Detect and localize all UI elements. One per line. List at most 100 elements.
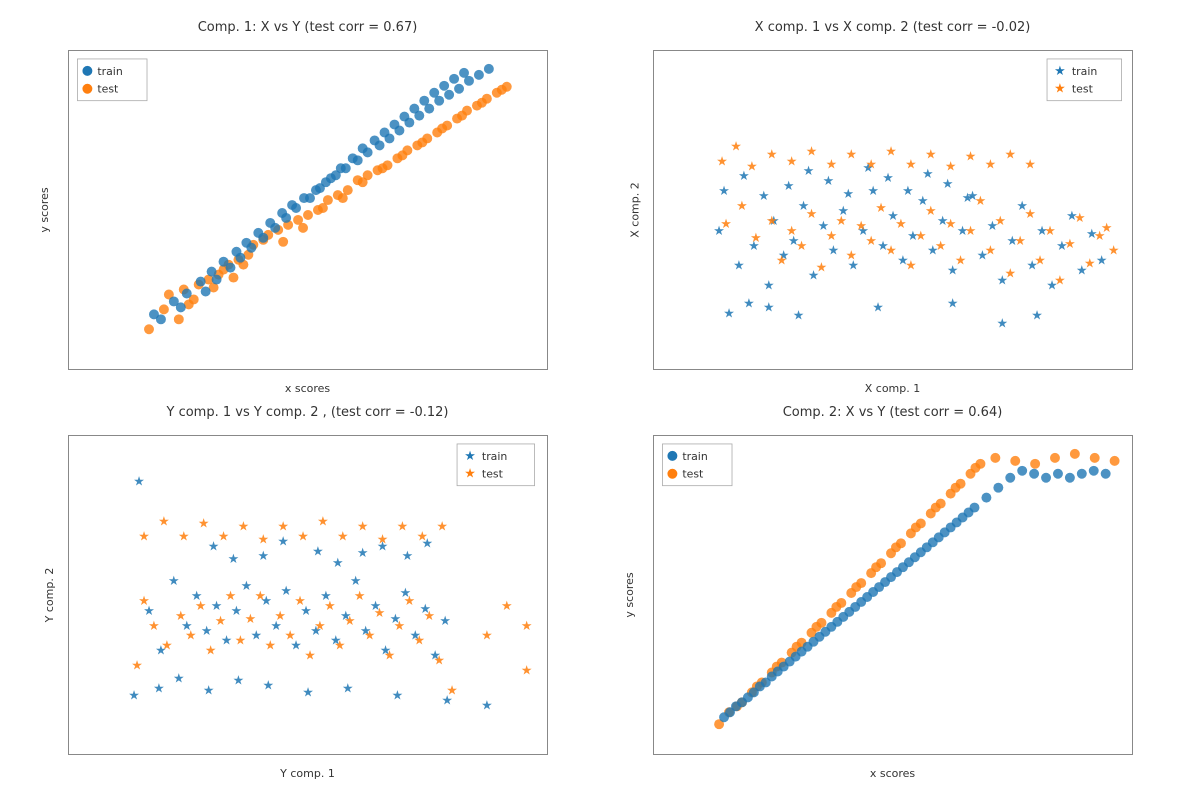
svg-text:★: ★ <box>297 529 309 544</box>
svg-text:★: ★ <box>964 149 976 164</box>
svg-text:★: ★ <box>356 519 368 534</box>
svg-text:★: ★ <box>875 200 887 215</box>
svg-text:★: ★ <box>304 648 316 663</box>
svg-text:★: ★ <box>227 552 239 567</box>
svg-text:★: ★ <box>202 683 214 698</box>
svg-text:★: ★ <box>865 157 877 172</box>
svg-text:★: ★ <box>396 519 408 534</box>
svg-text:★: ★ <box>363 628 375 643</box>
svg-text:★: ★ <box>924 203 936 218</box>
svg-text:★: ★ <box>974 194 986 209</box>
svg-text:★: ★ <box>277 519 289 534</box>
svg-text:★: ★ <box>815 260 827 275</box>
svg-text:★: ★ <box>284 628 296 643</box>
svg-text:★: ★ <box>210 598 222 613</box>
svg-text:test: test <box>481 467 503 480</box>
svg-text:★: ★ <box>204 643 216 658</box>
scatter-bottom-left: ★ train ★ test ★ ★ ★ ★ ★ ★ ★ ★ ★ ★ ★ ★ ★… <box>68 435 548 755</box>
svg-text:★: ★ <box>915 228 927 243</box>
svg-text:★: ★ <box>314 618 326 633</box>
svg-text:★: ★ <box>825 228 837 243</box>
svg-text:★: ★ <box>946 296 958 311</box>
svg-text:★: ★ <box>416 529 428 544</box>
svg-text:★: ★ <box>376 532 388 547</box>
svg-text:★: ★ <box>153 681 165 696</box>
svg-text:★: ★ <box>131 658 143 673</box>
svg-text:★: ★ <box>1014 233 1026 248</box>
svg-text:★: ★ <box>217 529 229 544</box>
svg-text:★: ★ <box>294 593 306 608</box>
svg-text:★: ★ <box>872 300 884 315</box>
svg-text:★: ★ <box>436 519 448 534</box>
svg-text:★: ★ <box>895 216 907 231</box>
svg-text:★: ★ <box>902 184 914 199</box>
svg-text:train: train <box>97 64 122 77</box>
svg-text:★: ★ <box>232 673 244 688</box>
svg-text:★: ★ <box>1107 243 1119 258</box>
svg-text:★: ★ <box>1024 157 1036 172</box>
svg-text:★: ★ <box>433 653 445 668</box>
svg-text:★: ★ <box>302 685 314 700</box>
svg-text:★: ★ <box>867 184 879 199</box>
plot-top-left: Comp. 1: X vs Y (test corr = 0.67) y sco… <box>20 20 595 395</box>
svg-text:★: ★ <box>312 544 324 559</box>
y-label-bottom-right: y scores <box>623 572 636 617</box>
svg-text:★: ★ <box>720 216 732 231</box>
svg-text:train: train <box>481 449 506 462</box>
svg-text:★: ★ <box>785 223 797 238</box>
svg-text:★: ★ <box>1044 223 1056 238</box>
svg-text:★: ★ <box>746 159 758 174</box>
svg-text:★: ★ <box>827 243 839 258</box>
svg-text:★: ★ <box>133 474 145 489</box>
svg-text:★: ★ <box>230 603 242 618</box>
svg-text:★: ★ <box>262 678 274 693</box>
svg-text:★: ★ <box>353 588 365 603</box>
plot-bottom-right: Comp. 2: X vs Y (test corr = 0.64) y sco… <box>605 405 1180 780</box>
svg-text:★: ★ <box>718 184 730 199</box>
svg-text:★: ★ <box>257 532 269 547</box>
svg-text:★: ★ <box>1083 256 1095 271</box>
svg-text:★: ★ <box>758 189 770 204</box>
plot-title-bottom-right: Comp. 2: X vs Y (test corr = 0.64) <box>783 405 1003 420</box>
svg-text:★: ★ <box>743 296 755 311</box>
svg-text:★: ★ <box>177 529 189 544</box>
svg-text:★: ★ <box>250 628 262 643</box>
svg-text:★: ★ <box>1074 210 1086 225</box>
svg-text:★: ★ <box>921 167 933 182</box>
svg-text:★: ★ <box>865 233 877 248</box>
plot-area-top-left: y scores train test <box>20 39 595 380</box>
svg-text:★: ★ <box>148 618 160 633</box>
svg-text:★: ★ <box>762 300 774 315</box>
svg-text:★: ★ <box>785 154 797 169</box>
svg-text:★: ★ <box>439 613 451 628</box>
svg-text:★: ★ <box>1064 236 1076 251</box>
svg-text:★: ★ <box>984 157 996 172</box>
svg-text:★: ★ <box>905 258 917 273</box>
svg-text:★: ★ <box>173 671 185 686</box>
svg-text:★: ★ <box>254 588 266 603</box>
svg-text:★: ★ <box>885 243 897 258</box>
svg-text:★: ★ <box>464 448 476 463</box>
svg-text:★: ★ <box>842 187 854 202</box>
svg-text:★: ★ <box>825 157 837 172</box>
svg-text:★: ★ <box>214 613 226 628</box>
svg-text:★: ★ <box>924 147 936 162</box>
y-label-top-right: X comp. 2 <box>628 182 641 238</box>
svg-text:★: ★ <box>1031 308 1043 323</box>
svg-text:★: ★ <box>944 159 956 174</box>
svg-text:★: ★ <box>1004 147 1016 162</box>
svg-text:★: ★ <box>984 243 996 258</box>
svg-text:★: ★ <box>257 549 269 564</box>
svg-text:★: ★ <box>845 147 857 162</box>
svg-text:test: test <box>1071 82 1093 95</box>
svg-text:★: ★ <box>277 534 289 549</box>
svg-text:★: ★ <box>802 164 814 179</box>
svg-text:★: ★ <box>882 171 894 186</box>
scatter-top-right: ★ train ★ test ★ ★ ★ ★ ★ ★ ★ ★ ★ ★ ★ ★ ★… <box>653 50 1133 370</box>
plot-top-right: X comp. 1 vs X comp. 2 (test corr = -0.0… <box>605 20 1180 395</box>
svg-text:★: ★ <box>1095 253 1107 268</box>
svg-text:★: ★ <box>805 206 817 221</box>
svg-text:★: ★ <box>845 248 857 263</box>
svg-text:★: ★ <box>723 306 735 321</box>
svg-text:★: ★ <box>500 598 512 613</box>
